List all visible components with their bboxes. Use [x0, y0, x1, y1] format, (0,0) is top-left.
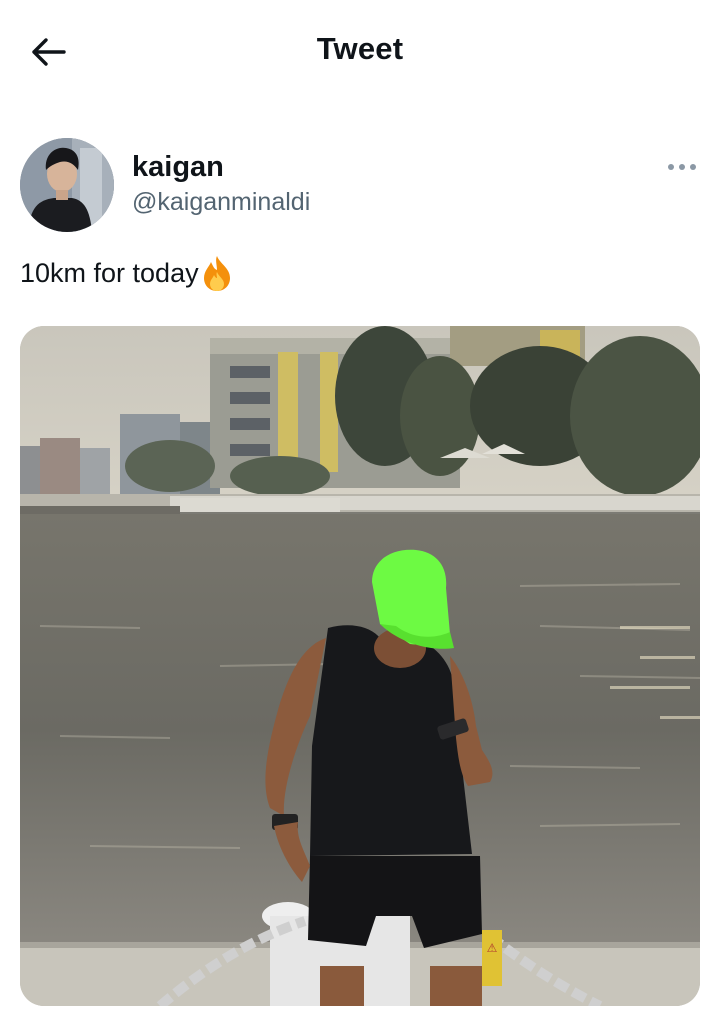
- more-horizontal-icon: [668, 164, 696, 170]
- tweet-author: kaigan @kaiganminaldi: [20, 135, 700, 235]
- tweet-text: 10km for today: [20, 254, 234, 292]
- more-button[interactable]: [662, 155, 702, 179]
- avatar[interactable]: [20, 138, 114, 232]
- user-handle[interactable]: @kaiganminaldi: [132, 188, 310, 217]
- fire-icon: [203, 256, 230, 291]
- avatar-image: [20, 138, 114, 232]
- top-bar: Tweet: [0, 0, 720, 104]
- tweet-photo[interactable]: ⚠: [20, 326, 700, 1006]
- tweet-text-content: 10km for today: [20, 258, 199, 288]
- photo-illustration: ⚠: [20, 326, 700, 1006]
- page-title: Tweet: [316, 31, 404, 66]
- display-name[interactable]: kaigan: [132, 151, 224, 184]
- sign-glyph: ⚠: [487, 941, 498, 955]
